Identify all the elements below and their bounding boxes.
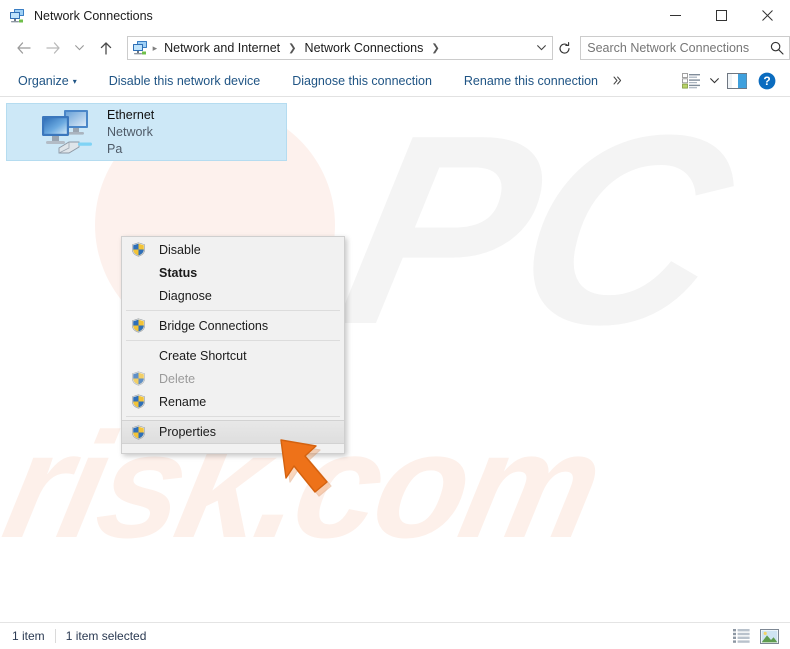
help-icon[interactable]: ? [752,68,782,94]
minimize-button[interactable] [652,0,698,31]
back-icon[interactable] [11,35,36,61]
command-bar: Organize ▾ Disable this network device Di… [0,65,790,97]
status-item-count: 1 item [12,629,45,643]
list-item-text-block: Ethernet Network Pa [107,107,154,158]
forward-icon[interactable] [40,35,65,61]
preview-pane-icon[interactable] [722,68,752,94]
no-icon-placeholder [130,287,147,304]
disable-network-device-button[interactable]: Disable this network device [100,69,269,93]
rename-connection-button[interactable]: Rename this connection [455,69,607,93]
refresh-icon[interactable] [553,37,576,59]
context-menu-item-status[interactable]: Status [122,261,344,284]
status-divider [54,629,56,643]
window-title: Network Connections [34,8,153,23]
command-bar-right-group: ? [676,68,782,94]
shield-icon [130,424,147,441]
navigation-bar: ▸ Network and Internet ❯ Network Connect… [0,31,790,65]
address-history-chevron-down-icon[interactable] [532,37,552,59]
context-menu-item-properties[interactable]: Properties [122,420,344,444]
no-icon-placeholder [130,264,147,281]
address-bar-network-icon [132,40,149,56]
context-menu-label: Properties [159,425,216,439]
file-explorer-window: PC risk.com Network Connections ▸ Networ… [0,0,790,649]
context-menu-separator [126,310,340,311]
list-item-ethernet[interactable]: Ethernet Network Pa [6,103,287,161]
list-item-name: Ethernet [107,107,155,122]
context-menu-item-create-shortcut[interactable]: Create Shortcut [122,344,344,367]
context-menu-label: Delete [159,371,196,386]
close-button[interactable] [744,0,790,31]
shield-icon [130,370,147,387]
shield-icon [130,317,147,334]
list-item-subtitle: Network [107,124,153,139]
context-menu-item-delete: Delete [122,367,344,390]
change-view-icon[interactable] [676,68,706,94]
breadcrumb-network-connections[interactable]: Network Connections [302,39,427,57]
context-menu-label: Status [159,265,198,280]
shield-icon [130,393,147,410]
overflow-chevron-icon[interactable] [607,76,627,85]
context-menu-label: Create Shortcut [159,348,247,363]
network-connections-icon [9,8,26,24]
window-controls [652,0,790,31]
shield-icon [130,241,147,258]
context-menu[interactable]: Disable Status Diagnose Bridge Connectio… [121,236,345,454]
up-one-level-icon[interactable] [93,35,118,61]
status-selection-text: 1 item selected [65,629,147,643]
recent-locations-chevron-down-icon[interactable] [70,35,90,61]
search-icon[interactable] [765,41,789,55]
title-bar: Network Connections [0,0,790,31]
details-view-icon[interactable] [729,625,753,647]
large-icons-view-icon[interactable] [757,625,781,647]
breadcrumb-root-separator: ▸ [152,42,158,53]
context-menu-label: Diagnose [159,288,212,303]
change-view-caret-icon[interactable] [706,68,722,94]
context-menu-item-disable[interactable]: Disable [122,238,344,261]
breadcrumb-separator-2[interactable]: ❯ [426,43,444,54]
context-menu-label: Bridge Connections [159,318,269,333]
diagnose-connection-button[interactable]: Diagnose this connection [283,69,441,93]
context-menu-item-rename[interactable]: Rename [122,390,344,413]
no-icon-placeholder [130,347,147,364]
svg-text:?: ? [763,74,770,88]
context-menu-item-bridge-connections[interactable]: Bridge Connections [122,314,344,337]
organize-label: Organize [18,73,69,88]
context-menu-separator [126,340,340,341]
address-bar[interactable]: ▸ Network and Internet ❯ Network Connect… [126,36,553,60]
context-menu-separator [126,416,340,417]
breadcrumb-separator-1[interactable]: ❯ [283,43,301,54]
content-pane[interactable]: Ethernet Network Pa Disable Status Diagn… [0,97,790,622]
organize-button[interactable]: Organize ▾ [9,69,86,93]
network-adapter-icon [39,108,95,156]
context-menu-label: Disable [159,242,201,257]
breadcrumb-network-and-internet[interactable]: Network and Internet [161,39,283,57]
context-menu-label: Rename [159,394,207,409]
context-menu-item-diagnose[interactable]: Diagnose [122,284,344,307]
view-mode-buttons [729,625,781,647]
list-item-adapter: Pa [107,141,123,156]
search-input[interactable] [587,38,765,58]
status-bar: 1 item 1 item selected [0,622,790,649]
search-box[interactable] [580,36,790,60]
organize-caret-icon: ▾ [72,76,77,86]
maximize-button[interactable] [698,0,744,31]
